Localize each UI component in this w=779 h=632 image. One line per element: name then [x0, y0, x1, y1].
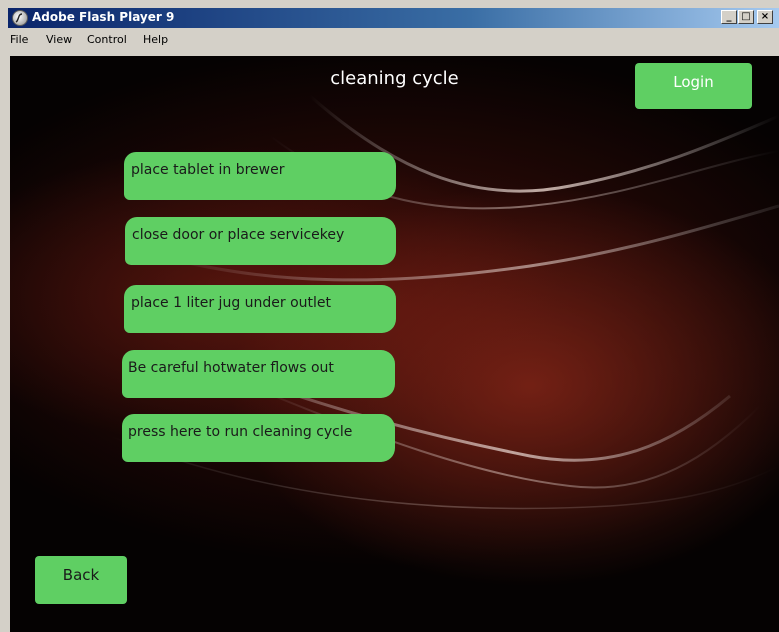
menu-help[interactable]: Help	[143, 33, 168, 46]
menu-control[interactable]: Control	[87, 33, 127, 46]
menu-file[interactable]: File	[10, 33, 28, 46]
login-button[interactable]: Login	[635, 63, 752, 109]
step-hotwater-warning-button[interactable]: Be careful hotwater flows out	[122, 350, 395, 398]
flash-player-window: Adobe Flash Player 9 _ □ × File View Con…	[8, 8, 779, 632]
flash-player-icon	[12, 10, 28, 26]
close-button[interactable]: ×	[757, 10, 773, 24]
minimize-button[interactable]: _	[721, 10, 737, 24]
back-button[interactable]: Back	[35, 556, 127, 604]
flash-stage: cleaning cycle Login place tablet in bre…	[10, 56, 779, 632]
menu-view[interactable]: View	[46, 33, 72, 46]
step-place-tablet-button[interactable]: place tablet in brewer	[124, 152, 396, 200]
window-title: Adobe Flash Player 9	[32, 10, 175, 24]
step-place-jug-button[interactable]: place 1 liter jug under outlet	[124, 285, 396, 333]
maximize-button[interactable]: □	[738, 10, 754, 24]
menu-bar: File View Control Help	[8, 30, 779, 50]
title-bar: Adobe Flash Player 9 _ □ ×	[8, 8, 779, 28]
step-close-door-button[interactable]: close door or place servicekey	[125, 217, 396, 265]
background-swooshes	[109, 94, 779, 510]
run-cleaning-cycle-button[interactable]: press here to run cleaning cycle	[122, 414, 395, 462]
